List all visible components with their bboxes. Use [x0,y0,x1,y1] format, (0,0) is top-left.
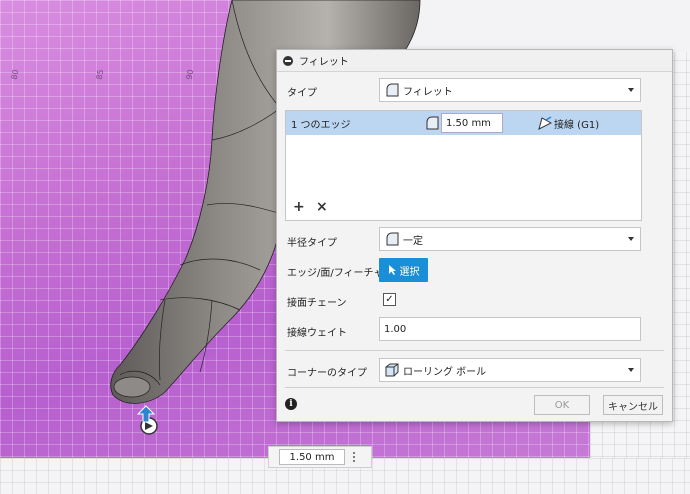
dialog-title: フィレット [299,57,349,68]
tangent-continuity-icon[interactable] [538,116,552,130]
corner-type-value: ローリング ボール [403,366,487,378]
tangent-chain-checkbox[interactable]: ✓ [383,293,396,306]
chevron-down-icon [628,368,634,372]
remove-icon[interactable]: × [316,199,328,215]
add-icon[interactable]: + [293,199,305,215]
edge-selection-table: 1 つのエッジ 1.50 mm 接線 (G1) + × [285,110,642,221]
checkmark-icon: ✓ [385,293,394,305]
floating-radius-input: 1.50 mm [268,446,372,468]
corner-type-label: コーナーのタイプ [287,368,367,379]
floating-radius-field[interactable]: 1.50 mm [279,449,345,465]
radius-type-value: 一定 [403,235,423,247]
info-icon[interactable]: i [285,398,297,410]
tangent-chain-label: 接面チェーン [287,298,347,309]
radius-drag-handle[interactable] [133,402,163,436]
tangency-weight-input[interactable]: 1.00 [379,317,641,341]
ok-button[interactable]: OK [534,395,590,415]
tangency-weight-label: 接線ウェイト [287,328,347,339]
collapse-icon[interactable] [283,55,293,66]
more-options-icon[interactable] [353,452,355,462]
type-value: フィレット [403,86,453,98]
select-button-label: 選択 [399,266,420,278]
table-row[interactable]: 1 つのエッジ 1.50 mm 接線 (G1) [286,111,641,135]
radius-type-dropdown[interactable]: 一定 [379,227,641,251]
radius-type-label: 半径タイプ [287,238,337,249]
chevron-down-icon [628,237,634,241]
dialog-header[interactable]: フィレット [277,50,672,72]
radius-input[interactable]: 1.50 mm [441,113,503,133]
divider [285,387,664,388]
continuity-value: 接線 (G1) [554,119,600,131]
chevron-down-icon [628,88,634,92]
type-dropdown[interactable]: フィレット [379,78,641,102]
edge-count: 1 つのエッジ [291,119,351,131]
select-button[interactable]: 選択 [379,258,428,282]
divider [285,350,664,351]
fillet-radius-icon [426,116,439,130]
edges-faces-label: エッジ/面/フィーチャ [287,268,384,279]
fillet-dialog: フィレット タイプ フィレット 1 つのエッジ 1.50 mm 接線 (G1) … [276,49,673,422]
cursor-arrow-icon [388,265,396,275]
type-label: タイプ [287,88,317,99]
constant-radius-icon [386,232,399,246]
rolling-ball-icon [385,363,399,377]
corner-type-dropdown[interactable]: ローリング ボール [379,358,641,382]
fillet-icon [386,83,399,97]
cancel-button[interactable]: キャンセル [603,395,663,415]
